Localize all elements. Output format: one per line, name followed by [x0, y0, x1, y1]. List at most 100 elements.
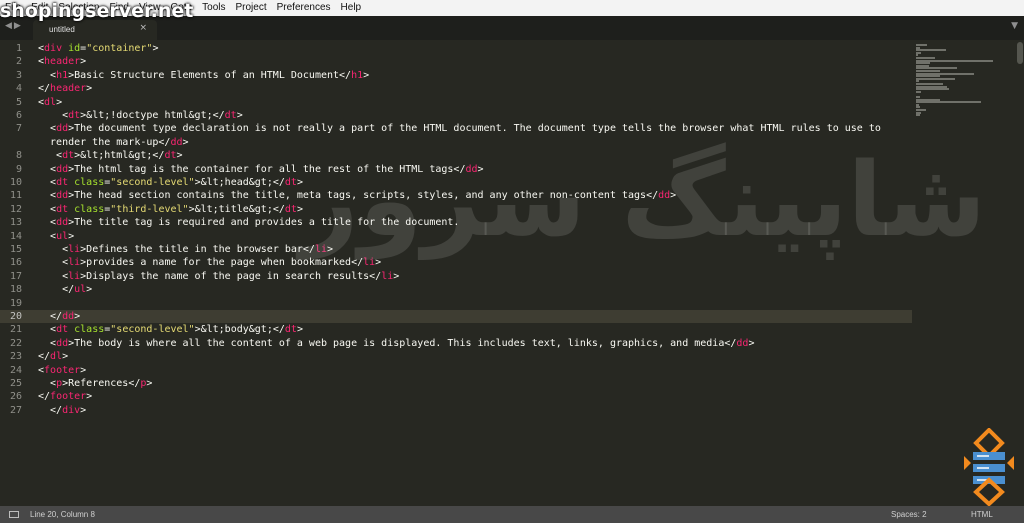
code-token: >Defines the title in the browser bar</ — [80, 244, 315, 255]
line-number: 17 — [9, 270, 22, 282]
tab-untitled[interactable]: untitled × — [33, 20, 157, 40]
code-token: < — [38, 378, 57, 389]
code-line[interactable]: 5 <dl> — [0, 96, 912, 109]
code-line[interactable]: 20 </dd> — [0, 310, 912, 324]
code-token: < — [38, 217, 57, 229]
code-text: <header> — [38, 55, 86, 68]
code-token: < — [38, 163, 57, 175]
minimap-line — [916, 77, 955, 80]
code-line[interactable]: 26 </footer> — [0, 390, 912, 403]
code-line[interactable]: 13 <dd>The title tag is required and pro… — [0, 216, 912, 229]
code-line[interactable]: 23 </dl> — [0, 350, 912, 363]
code-text: </header> — [38, 82, 92, 95]
code-line[interactable]: 16 <li>provides a name for the page when… — [0, 256, 912, 269]
code-line[interactable]: 18 </ul> — [0, 283, 912, 296]
code-line[interactable]: 15 <li>Defines the title in the browser … — [0, 243, 912, 256]
code-token: dd — [56, 190, 69, 202]
code-token: > — [152, 43, 159, 54]
code-token: > — [62, 351, 69, 363]
code-token: </ — [38, 351, 51, 363]
tab-dropdown-icon[interactable]: ▼ — [1011, 21, 1018, 31]
code-line[interactable]: 9 <dd>The html tag is the container for … — [0, 163, 912, 176]
code-token: < — [38, 324, 57, 336]
code-token: ul — [74, 284, 87, 296]
code-line[interactable]: 19 — [0, 297, 912, 310]
code-line[interactable]: 17 <li>Displays the name of the page in … — [0, 270, 912, 283]
code-token: render the mark-up</ — [38, 136, 171, 148]
code-token: </ — [38, 311, 63, 322]
code-token: < — [38, 337, 57, 349]
code-token: li — [68, 270, 81, 282]
line-number: 21 — [9, 324, 22, 336]
menu-item-preferences[interactable]: Preferences — [272, 0, 336, 16]
code-token: > — [182, 136, 189, 148]
code-token: >&lt;html&gt;</ — [74, 150, 165, 162]
code-line[interactable]: render the mark-up</dd> — [0, 136, 912, 149]
code-token: dd — [465, 163, 478, 175]
panel-toggle-icon[interactable] — [9, 511, 19, 518]
code-line[interactable]: 6 <dt>&lt;!doctype html&gt;</dt> — [0, 109, 912, 122]
code-token: < — [38, 177, 57, 188]
indentation-setting[interactable]: Spaces: 2 — [891, 510, 927, 519]
code-line[interactable]: 21 <dt class="second-level">&lt;body&gt;… — [0, 323, 912, 336]
code-token: >The body is where all the content of a … — [68, 337, 737, 349]
code-line[interactable]: 24 <footer> — [0, 364, 912, 377]
code-line[interactable]: 3 <h1>Basic Structure Elements of an HTM… — [0, 69, 912, 82]
menu-item-tools[interactable]: Tools — [197, 0, 230, 16]
code-line[interactable]: 7 <dd>The document type declaration is n… — [0, 122, 912, 135]
line-number: 27 — [9, 404, 22, 416]
code-line[interactable]: 22 <dd>The body is where all the content… — [0, 337, 912, 350]
code-token: dt — [56, 203, 69, 215]
code-line[interactable]: 2 <header> — [0, 55, 912, 68]
code-text: <dd>The head section contains the title,… — [38, 189, 676, 202]
code-token: > — [176, 150, 183, 162]
close-icon[interactable]: × — [139, 23, 147, 33]
code-line[interactable]: 1 <div id="container"> — [0, 42, 912, 55]
code-line[interactable]: 14 <ul> — [0, 230, 912, 243]
line-number: 14 — [9, 230, 22, 242]
server-logo-icon — [964, 428, 1014, 506]
line-number: 26 — [9, 391, 22, 403]
code-text: <footer> — [38, 364, 86, 377]
code-token: header — [50, 83, 87, 95]
scrollbar-thumb[interactable] — [1017, 42, 1023, 64]
code-token: < — [38, 190, 57, 202]
tab-label: untitled — [49, 25, 75, 34]
code-line[interactable]: 8 <dt>&lt;html&gt;</dt> — [0, 149, 912, 162]
code-token: >Basic Structure Elements of an HTML Doc… — [68, 69, 352, 81]
code-token: < — [38, 203, 57, 215]
code-line[interactable]: 25 <p>References</p> — [0, 377, 912, 390]
code-token: < — [38, 230, 57, 242]
code-token: dd — [736, 337, 749, 349]
code-line[interactable]: 4 </header> — [0, 82, 912, 95]
code-token: dd — [170, 136, 183, 148]
syntax-selector[interactable]: HTML — [971, 510, 993, 519]
line-number: 13 — [9, 217, 22, 229]
code-token: dd — [56, 123, 69, 135]
menu-item-help[interactable]: Help — [336, 0, 367, 16]
line-number: 16 — [9, 257, 22, 269]
code-line[interactable]: 11 <dd>The head section contains the tit… — [0, 189, 912, 202]
line-number: 8 — [15, 150, 22, 162]
code-token: > — [80, 56, 87, 68]
code-token: > — [477, 163, 484, 175]
menu-item-project[interactable]: Project — [231, 0, 272, 16]
code-token: >&lt;!doctype html&gt;</ — [80, 110, 225, 121]
code-token: li — [314, 244, 328, 255]
code-line[interactable]: 27 </div> — [0, 404, 912, 417]
code-editor[interactable]: 1 <div id="container"> 2 <header> 3 <h1>Basi… — [0, 41, 912, 506]
code-line[interactable]: 10 <dt class="second-level">&lt;head&gt;… — [0, 176, 912, 189]
code-text: <li>provides a name for the page when bo… — [38, 256, 381, 269]
code-token: dt — [62, 150, 75, 162]
status-bar: Line 20, Column 8 Spaces: 2 HTML — [0, 506, 1024, 523]
code-text: <dd>The document type declaration is not… — [38, 122, 881, 135]
code-line[interactable]: 12 <dt class="third-level">&lt;title&gt;… — [0, 203, 912, 216]
code-token: </ — [38, 391, 51, 403]
code-token: >References</ — [62, 378, 141, 389]
line-number: 10 — [9, 177, 22, 188]
tab-nav-arrows-icon[interactable]: ◀▶ — [5, 21, 23, 31]
code-token: > — [80, 364, 87, 376]
code-token: >The html tag is the container for all t… — [68, 163, 466, 175]
code-text: </footer> — [38, 390, 92, 403]
code-token: > — [327, 244, 334, 255]
